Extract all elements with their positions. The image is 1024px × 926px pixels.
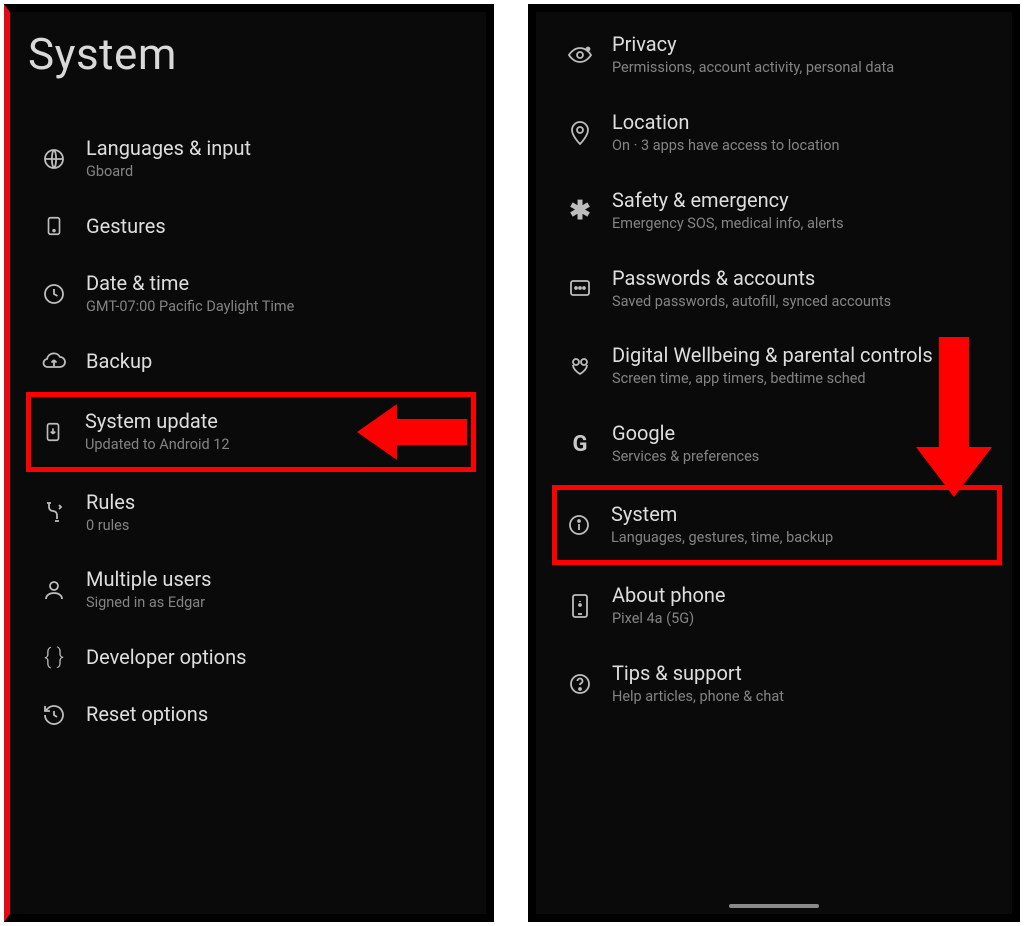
settings-item-backup[interactable]: Backup bbox=[28, 333, 474, 390]
page-title: System bbox=[28, 28, 474, 80]
settings-item-system-update[interactable]: System update Updated to Android 12 bbox=[26, 392, 476, 472]
item-title: Backup bbox=[86, 349, 468, 374]
item-subtitle: Screen time, app timers, bedtime sched bbox=[612, 370, 994, 389]
settings-item-multiple-users[interactable]: Multiple users Signed in as Edgar bbox=[28, 551, 474, 629]
item-subtitle: Gboard bbox=[86, 163, 468, 182]
settings-item-developer-options[interactable]: { } Developer options bbox=[28, 629, 474, 686]
settings-item-about-phone[interactable]: About phone Pixel 4a (5G) bbox=[554, 567, 1000, 645]
phone-icon bbox=[558, 593, 602, 619]
item-subtitle: Updated to Android 12 bbox=[85, 436, 467, 455]
settings-item-passwords[interactable]: Passwords & accounts Saved passwords, au… bbox=[554, 250, 1000, 328]
item-title: Languages & input bbox=[86, 136, 468, 161]
location-icon bbox=[558, 120, 602, 146]
item-subtitle: GMT-07:00 Pacific Daylight Time bbox=[86, 298, 468, 317]
settings-item-safety[interactable]: ✱ Safety & emergency Emergency SOS, medi… bbox=[554, 172, 1000, 250]
item-title: Date & time bbox=[86, 271, 468, 296]
item-title: Tips & support bbox=[612, 661, 994, 686]
help-icon bbox=[558, 672, 602, 696]
cloud-upload-icon bbox=[32, 350, 76, 372]
braces-icon: { } bbox=[32, 645, 76, 670]
item-title: Developer options bbox=[86, 645, 468, 670]
settings-item-reset-options[interactable]: Reset options bbox=[28, 686, 474, 743]
item-title: Passwords & accounts bbox=[612, 266, 994, 291]
main-settings-panel: Privacy Permissions, account activity, p… bbox=[528, 4, 1020, 922]
item-subtitle: Help articles, phone & chat bbox=[612, 688, 994, 707]
settings-item-google[interactable]: G Google Services & preferences bbox=[554, 405, 1000, 483]
settings-item-location[interactable]: Location On · 3 apps have access to loca… bbox=[554, 94, 1000, 172]
safety-icon: ✱ bbox=[558, 196, 602, 226]
settings-item-privacy[interactable]: Privacy Permissions, account activity, p… bbox=[554, 16, 1000, 94]
system-update-icon bbox=[31, 421, 75, 443]
item-title: Rules bbox=[86, 490, 468, 515]
language-icon bbox=[32, 147, 76, 171]
item-title: Gestures bbox=[86, 214, 468, 239]
settings-item-system[interactable]: System Languages, gestures, time, backup bbox=[552, 485, 1002, 565]
users-icon bbox=[32, 578, 76, 602]
item-subtitle: Permissions, account activity, personal … bbox=[612, 59, 994, 78]
rules-icon bbox=[32, 500, 76, 524]
privacy-icon bbox=[558, 45, 602, 65]
wellbeing-icon bbox=[558, 354, 602, 378]
item-title: Safety & emergency bbox=[612, 188, 994, 213]
settings-item-wellbeing[interactable]: Digital Wellbeing & parental controls Sc… bbox=[554, 327, 1000, 405]
item-subtitle: Signed in as Edgar bbox=[86, 594, 468, 613]
item-subtitle: 0 rules bbox=[86, 517, 468, 536]
item-subtitle: On · 3 apps have access to location bbox=[612, 137, 994, 156]
settings-item-rules[interactable]: Rules 0 rules bbox=[28, 474, 474, 552]
reset-icon bbox=[32, 703, 76, 727]
google-icon: G bbox=[558, 432, 602, 457]
item-title: Reset options bbox=[86, 702, 468, 727]
settings-item-date-time[interactable]: Date & time GMT-07:00 Pacific Daylight T… bbox=[28, 255, 474, 333]
gestures-icon bbox=[32, 215, 76, 237]
item-title: Multiple users bbox=[86, 567, 468, 592]
item-title: Privacy bbox=[612, 32, 994, 57]
item-title: Google bbox=[612, 421, 994, 446]
clock-icon bbox=[32, 282, 76, 306]
item-title: System update bbox=[85, 409, 467, 434]
settings-item-languages[interactable]: Languages & input Gboard bbox=[28, 120, 474, 198]
item-title: About phone bbox=[612, 583, 994, 608]
item-subtitle: Languages, gestures, time, backup bbox=[611, 529, 993, 548]
settings-item-tips[interactable]: Tips & support Help articles, phone & ch… bbox=[554, 645, 1000, 723]
item-title: Digital Wellbeing & parental controls bbox=[612, 343, 994, 368]
passwords-icon bbox=[558, 277, 602, 299]
item-subtitle: Pixel 4a (5G) bbox=[612, 610, 994, 629]
item-subtitle: Services & preferences bbox=[612, 448, 994, 467]
nav-bar-indicator[interactable] bbox=[729, 904, 819, 908]
system-settings-panel: System Languages & input Gboard Gestures… bbox=[4, 4, 494, 922]
item-title: Location bbox=[612, 110, 994, 135]
settings-item-gestures[interactable]: Gestures bbox=[28, 198, 474, 255]
item-title: System bbox=[611, 502, 993, 527]
item-subtitle: Emergency SOS, medical info, alerts bbox=[612, 215, 994, 234]
item-subtitle: Saved passwords, autofill, synced accoun… bbox=[612, 293, 994, 312]
info-icon bbox=[557, 513, 601, 537]
